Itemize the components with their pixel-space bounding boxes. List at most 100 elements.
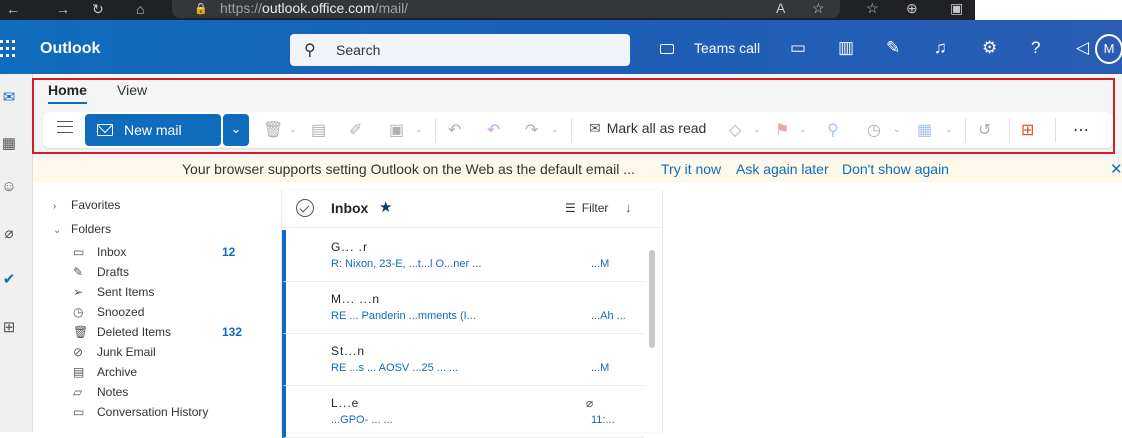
help-icon[interactable]: ?: [1031, 38, 1040, 58]
attachment-icon[interactable]: ⌀: [0, 224, 18, 242]
ask-again-later-link[interactable]: Ask again later: [736, 161, 829, 177]
teams-call-button[interactable]: Teams call: [660, 40, 760, 56]
address-bar[interactable]: 🔒 https://outlook.office.com/mail/: [172, 0, 840, 18]
office-icon[interactable]: ▥: [838, 38, 854, 58]
new-mail-button[interactable]: New mail: [85, 114, 221, 146]
snooze-clock-icon[interactable]: ◷: [867, 120, 881, 140]
ribbon-toolbar: New mail ⌄ 🗑 ⌄ ▤ ✐ ▣ ⌄ ↶ ↶ ↷ ⌄ ✉ Mark all…: [43, 112, 1113, 148]
people-icon[interactable]: ☺: [0, 178, 18, 195]
hamburger-menu-icon[interactable]: [57, 121, 73, 133]
chevron-right-icon: ›: [53, 201, 57, 212]
chat-icon[interactable]: ▭: [790, 38, 806, 58]
gear-icon[interactable]: ⚙: [982, 38, 997, 58]
back-icon[interactable]: ←: [6, 1, 20, 17]
undo-icon[interactable]: ↺: [978, 120, 991, 140]
message-list-title: Inbox: [331, 200, 369, 216]
notes-icon: ▱: [73, 385, 83, 399]
message-subject: RE ...s ... AOSV ...25 ... ...: [331, 362, 459, 374]
chevron-down-icon[interactable]: ⌄: [893, 124, 901, 135]
message-subject: R: Nixon, 23-E, ...t...l O...ner ...: [331, 258, 482, 270]
chevron-down-icon[interactable]: ⌄: [799, 124, 807, 135]
inbox-unread-count: 12: [222, 245, 236, 259]
close-icon[interactable]: ✕: [1110, 160, 1122, 178]
favorites-icon[interactable]: ☆: [866, 0, 879, 17]
trash-icon: 🗑: [73, 325, 89, 339]
sort-icon[interactable]: ↓: [625, 200, 632, 215]
collections-icon[interactable]: ⊕: [906, 0, 918, 17]
reload-icon[interactable]: ↻: [92, 1, 104, 18]
reply-icon[interactable]: ↶: [448, 120, 461, 140]
pin-icon[interactable]: ⚲: [827, 120, 839, 140]
chevron-down-icon: ⌄: [53, 225, 62, 236]
message-row[interactable]: G... .r R: Nixon, 23-E, ...t...l O...ner…: [282, 230, 644, 282]
toolbar-divider: [571, 118, 572, 142]
try-it-now-link[interactable]: Try it now: [661, 161, 721, 177]
home-icon[interactable]: ⌂: [136, 1, 144, 17]
inbox-icon: ▭: [73, 245, 85, 259]
archive-icon[interactable]: ▤: [311, 120, 326, 140]
folder-icon: ▭: [73, 405, 85, 419]
apps-icon[interactable]: ⊞: [0, 318, 18, 336]
avatar[interactable]: M: [1095, 34, 1122, 64]
chevron-down-icon[interactable]: ⌄: [415, 124, 423, 135]
flag-icon[interactable]: ⚑: [775, 120, 789, 140]
todo-icon[interactable]: ✔: [0, 270, 18, 288]
search-icon: ⚲: [304, 42, 316, 59]
add-favorite-icon[interactable]: ☆: [812, 0, 825, 17]
envelope-open-icon: ✉: [589, 120, 601, 136]
scrollbar-thumb[interactable]: [649, 250, 655, 348]
chevron-down-icon[interactable]: ⌄: [753, 124, 761, 135]
reading-pane: [663, 182, 1122, 432]
add-apps-icon[interactable]: ⊞: [1021, 120, 1034, 140]
app-brand[interactable]: Outlook: [40, 40, 100, 58]
browser-toolbar: ← → ↻ ⌂ 🔒 https://outlook.office.com/mai…: [0, 0, 1122, 20]
edit-note-icon[interactable]: ✎: [886, 38, 900, 58]
tag-icon[interactable]: ◇: [729, 120, 741, 140]
infobar-message: Your browser supports setting Outlook on…: [182, 161, 635, 177]
message-sender: St...n: [331, 344, 366, 358]
paperclip-icon: ⌀: [586, 396, 594, 410]
rules-icon[interactable]: ▦: [917, 120, 932, 140]
message-sender: L...e: [331, 396, 360, 410]
calendar-icon[interactable]: ▦: [0, 134, 18, 152]
search-input[interactable]: ⚲ Search: [290, 34, 630, 66]
extensions-icon[interactable]: ▣: [950, 0, 963, 17]
chevron-down-icon[interactable]: ⌄: [945, 124, 953, 135]
dont-show-again-link[interactable]: Don't show again: [842, 161, 949, 177]
deleted-items-count: 132: [222, 325, 243, 339]
forward-icon[interactable]: ↷: [525, 120, 538, 140]
megaphone-icon[interactable]: ◁: [1076, 38, 1089, 58]
app-launcher-icon[interactable]: [0, 40, 17, 58]
message-sender: M... ...n: [331, 292, 381, 306]
chevron-down-icon[interactable]: ⌄: [551, 124, 559, 135]
more-options-icon[interactable]: ⋯: [1073, 120, 1089, 140]
message-time: ...M: [591, 362, 610, 374]
filter-button[interactable]: ☰ Filter: [565, 201, 608, 215]
mark-all-read-button[interactable]: ✉ Mark all as read: [589, 120, 706, 137]
forward-icon[interactable]: →: [56, 1, 70, 17]
message-time: ...Ah ...: [591, 310, 626, 322]
move-to-icon[interactable]: ▣: [389, 120, 404, 140]
reply-all-icon[interactable]: ↶: [487, 120, 500, 140]
favorites-group[interactable]: › Favorites: [53, 198, 120, 212]
select-all-checkbox[interactable]: [296, 199, 314, 217]
archive-icon: ▤: [73, 365, 85, 379]
star-icon[interactable]: ★: [379, 198, 392, 216]
mail-icon[interactable]: ✉: [0, 88, 18, 106]
message-row[interactable]: St...n RE ...s ... AOSV ...25 ... ... ..…: [282, 334, 644, 386]
folders-group[interactable]: ⌄ Folders: [53, 222, 111, 236]
filter-icon: ☰: [565, 201, 576, 215]
message-row[interactable]: L...e ⌀ ...GPO- ... ... 11:...: [282, 386, 644, 438]
folder-pane: › Favorites ⌄ Folders ▭ Inbox 12 ✎ Drafts ➢ S…: [33, 182, 281, 432]
read-aloud-icon[interactable]: A: [776, 0, 785, 16]
bell-icon[interactable]: ♫: [934, 38, 947, 58]
tab-view[interactable]: View: [117, 82, 147, 98]
chevron-down-icon[interactable]: ⌄: [289, 124, 297, 135]
delete-icon[interactable]: 🗑: [263, 120, 283, 140]
new-mail-dropdown-button[interactable]: ⌄: [223, 114, 249, 146]
sweep-icon[interactable]: ✐: [349, 120, 362, 140]
message-subject: RE ... Panderin ...mments (I...: [331, 310, 476, 322]
tab-home[interactable]: Home: [48, 82, 87, 104]
message-row[interactable]: M... ...n RE ... Panderin ...mments (I..…: [282, 282, 644, 334]
toolbar-divider: [1009, 118, 1010, 142]
